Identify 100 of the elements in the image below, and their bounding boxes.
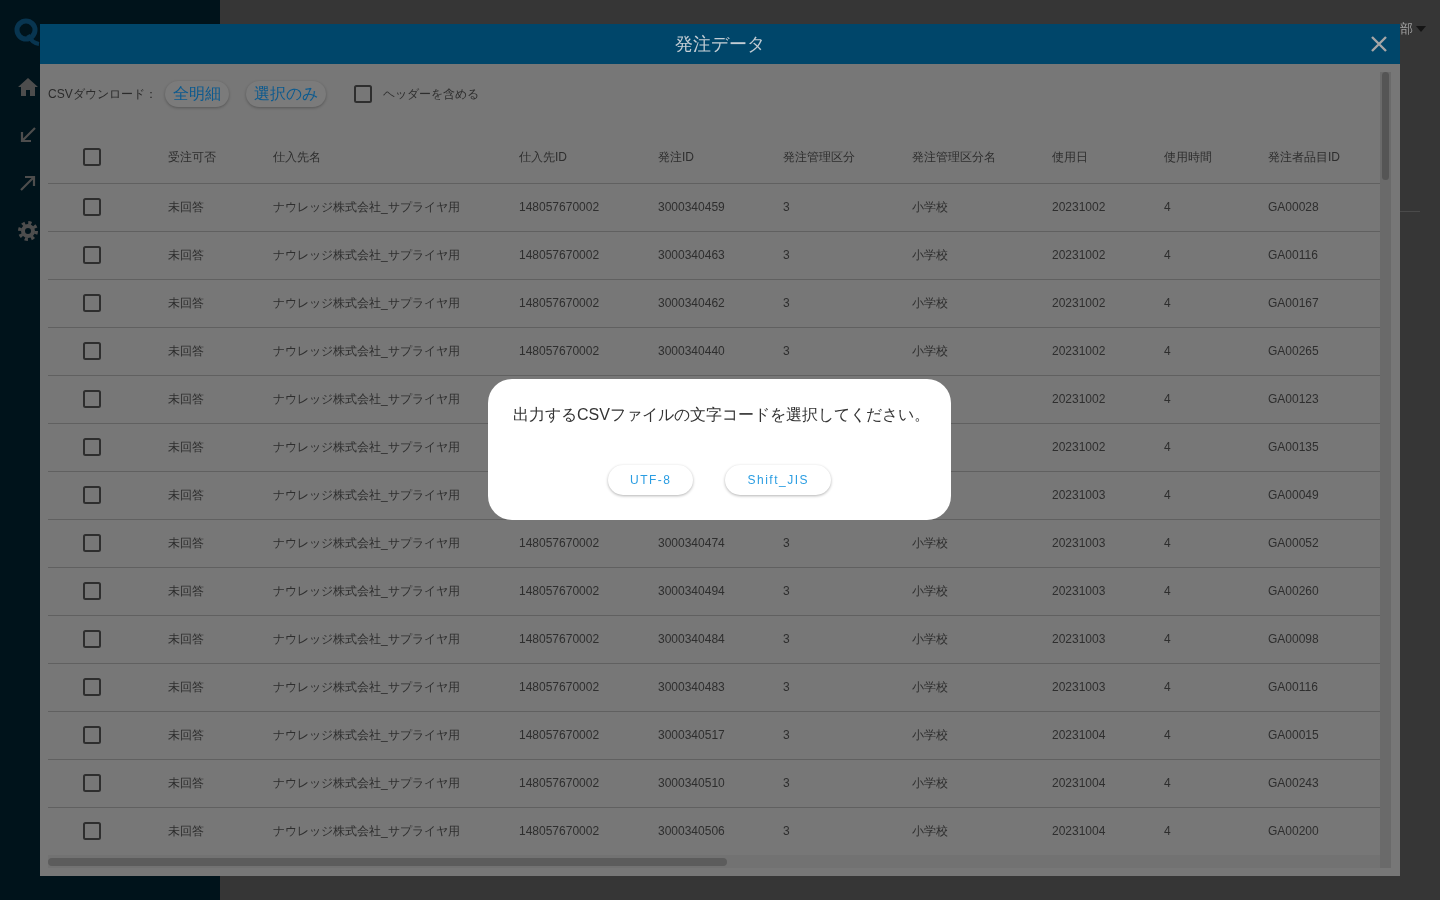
table-cell: ナウレッジ株式会社_サプライヤ用 (257, 663, 503, 711)
table-cell: 3 (767, 711, 896, 759)
checkbox[interactable] (83, 630, 101, 648)
checkbox[interactable] (83, 342, 101, 360)
table-cell: 3 (767, 663, 896, 711)
table-cell: 20231002 (1036, 183, 1148, 231)
column-header[interactable]: 使用時間 (1148, 131, 1252, 183)
table-cell: 20231003 (1036, 663, 1148, 711)
checkbox[interactable] (83, 294, 101, 312)
checkbox[interactable] (83, 198, 101, 216)
settings-icon[interactable] (18, 221, 38, 241)
table-cell: 4 (1148, 663, 1252, 711)
download-button[interactable]: 全明細 (164, 81, 229, 107)
encoding-button[interactable]: UTF-8 (608, 465, 694, 495)
table-cell: 小学校 (896, 663, 1036, 711)
scrollbar-thumb[interactable] (1382, 72, 1389, 180)
column-header[interactable]: 仕入先ID (503, 131, 642, 183)
table-cell: 3000340463 (642, 231, 767, 279)
arrow-up-right-icon[interactable] (20, 175, 36, 191)
table-cell: 小学校 (896, 279, 1036, 327)
table-cell: 20231004 (1036, 759, 1148, 807)
table-cell: 4 (1148, 327, 1252, 375)
table-cell: 20231002 (1036, 279, 1148, 327)
table-cell: 20231003 (1036, 471, 1148, 519)
table-cell: 未回答 (152, 519, 257, 567)
table-cell: 148057670002 (503, 663, 642, 711)
table-cell: 未回答 (152, 423, 257, 471)
table-cell: 小学校 (896, 711, 1036, 759)
table-cell: 4 (1148, 711, 1252, 759)
table-cell: 20231004 (1036, 711, 1148, 759)
table-cell: 20231002 (1036, 231, 1148, 279)
checkbox-label[interactable]: ヘッダーを含める (382, 86, 479, 102)
table-cell: 20231003 (1036, 519, 1148, 567)
table-cell: 4 (1148, 423, 1252, 471)
table-cell: 4 (1148, 279, 1252, 327)
table-cell: ナウレッジ株式会社_サプライヤ用 (257, 615, 503, 663)
table-cell: ナウレッジ株式会社_サプライヤ用 (257, 567, 503, 615)
table-cell: ナウレッジ株式会社_サプライヤ用 (257, 519, 503, 567)
table-cell: 3 (767, 567, 896, 615)
table-cell: 4 (1148, 567, 1252, 615)
close-button[interactable] (1371, 36, 1387, 52)
checkbox[interactable] (83, 534, 101, 552)
checkbox[interactable] (83, 774, 101, 792)
table-cell: 3 (767, 615, 896, 663)
checkbox[interactable] (83, 726, 101, 744)
column-header[interactable]: 受注可否 (152, 131, 257, 183)
table-cell: 小学校 (896, 759, 1036, 807)
table-cell: 3000340494 (642, 567, 767, 615)
table-cell: 148057670002 (503, 711, 642, 759)
arrow-down-left-icon[interactable] (20, 127, 36, 143)
column-header[interactable]: 発注ID (642, 131, 767, 183)
checkbox[interactable] (353, 85, 372, 103)
horizontal-scrollbar[interactable] (48, 855, 1380, 868)
checkbox[interactable] (83, 822, 101, 840)
table-cell: ナウレッジ株式会社_サプライヤ用 (257, 231, 503, 279)
checkbox[interactable] (83, 486, 101, 504)
column-header[interactable]: 発注管理区分名 (896, 131, 1036, 183)
table-cell: 4 (1148, 759, 1252, 807)
download-button[interactable]: 選択のみ (245, 81, 326, 107)
checkbox[interactable] (83, 582, 101, 600)
table-cell: 20231003 (1036, 615, 1148, 663)
table-cell: 4 (1148, 471, 1252, 519)
table-cell: 148057670002 (503, 615, 642, 663)
table-cell: 148057670002 (503, 183, 642, 231)
table-cell: 未回答 (152, 231, 257, 279)
column-header[interactable]: 仕入先名 (257, 131, 503, 183)
checkbox[interactable] (83, 678, 101, 696)
user-name[interactable]: 部 (1400, 21, 1413, 37)
home-icon[interactable] (18, 78, 38, 96)
table-cell: 未回答 (152, 663, 257, 711)
table-cell: 3 (767, 327, 896, 375)
table-cell: 小学校 (896, 615, 1036, 663)
table-cell: 4 (1148, 375, 1252, 423)
table-cell: 未回答 (152, 375, 257, 423)
table-cell: 未回答 (152, 279, 257, 327)
column-header[interactable]: 発注管理区分 (767, 131, 896, 183)
checkbox[interactable] (83, 147, 101, 166)
table-cell: 未回答 (152, 759, 257, 807)
table-cell: 3000340440 (642, 327, 767, 375)
checkbox[interactable] (83, 438, 101, 456)
table-cell: 4 (1148, 519, 1252, 567)
table-cell: 小学校 (896, 567, 1036, 615)
checkbox[interactable] (83, 390, 101, 408)
table-cell: 3 (767, 183, 896, 231)
scrollbar-thumb[interactable] (48, 858, 727, 866)
column-header[interactable]: 使用日 (1036, 131, 1148, 183)
vertical-scrollbar[interactable] (1380, 72, 1391, 868)
table-cell: 3000340462 (642, 279, 767, 327)
table-cell: ナウレッジ株式会社_サプライヤ用 (257, 711, 503, 759)
table-cell: 148057670002 (503, 327, 642, 375)
table-cell: 20231002 (1036, 327, 1148, 375)
table-cell: ナウレッジ株式会社_サプライヤ用 (257, 279, 503, 327)
encoding-button[interactable]: Shift_JIS (725, 465, 831, 495)
table-cell: 4 (1148, 231, 1252, 279)
table-cell: 3 (767, 231, 896, 279)
table-cell: 未回答 (152, 711, 257, 759)
checkbox[interactable] (83, 246, 101, 264)
table-cell: 3 (767, 759, 896, 807)
table-cell: 未回答 (152, 327, 257, 375)
table-cell: 20231002 (1036, 423, 1148, 471)
